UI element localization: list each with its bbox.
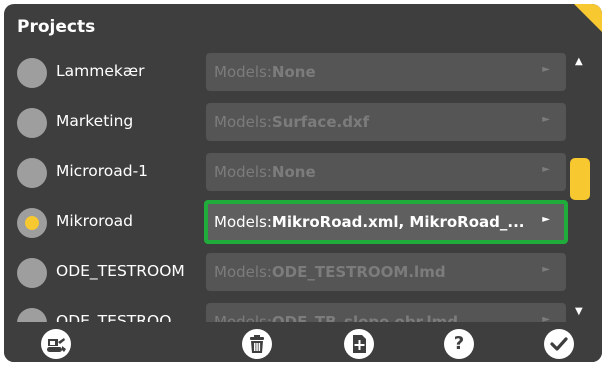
models-value: Surface.dxf [271,113,370,131]
play-arrow-icon: ► [542,164,550,175]
bottom-toolbar: ? [4,322,602,362]
models-label: Models: [214,213,272,231]
models-value: ODE_TESTROOM.lmd [271,263,446,281]
models-button[interactable]: Models:ODE_TESTROOM.lmd ► [206,253,566,291]
models-button[interactable]: Models:None ► [206,53,566,91]
play-arrow-icon: ► [542,64,550,75]
confirm-button[interactable] [544,329,574,359]
radio-button[interactable] [17,108,47,138]
corner-indicator [574,4,602,32]
project-row-marketing[interactable]: Marketing Models:Surface.dxf ► [4,98,574,148]
play-arrow-icon: ► [542,314,550,322]
models-label: Models: [214,263,272,281]
project-row-microroad-1[interactable]: Microroad-1 Models:None ► [4,148,574,198]
project-row-ode-testroom[interactable]: ODE_TESTROOM Models:ODE_TESTROOM.lmd ► [4,248,574,298]
models-value: MikroRoad.xml, MikroRoad_... [271,213,525,231]
project-name: Microroad-1 [56,162,149,180]
radio-button[interactable] [17,158,47,188]
radio-button[interactable] [17,258,47,288]
project-row-mikroroad[interactable]: Mikroroad Models:MikroRoad.xml, MikroRoa… [4,198,574,248]
models-button[interactable]: Models:None ► [206,153,566,191]
models-label: Models: [214,113,272,131]
models-value: None [271,163,316,181]
projects-screen: Projects Lammekær Models:None ► Marketin… [4,4,602,362]
project-name: Lammekær [56,62,145,80]
project-name: ODE_TESTROOM [56,262,185,280]
help-icon: ? [453,333,465,354]
scrollbar-thumb[interactable] [570,158,590,200]
project-name: Marketing [56,112,134,130]
models-label: Models: [214,313,272,322]
models-value: None [271,63,316,81]
project-name: Mikroroad [56,212,134,230]
models-label: Models: [214,163,272,181]
page-title: Projects [17,17,96,37]
machine-icon [47,338,66,352]
checkmark-icon [550,337,568,351]
models-button[interactable]: Models:ODE_TB_slope obr.lmd ► [206,303,566,322]
triangle-up-icon[interactable]: ▲ [575,56,583,67]
project-list: Lammekær Models:None ► Marketing Models:… [4,48,574,322]
triangle-down-icon[interactable]: ▼ [575,306,583,317]
models-value: ODE_TB_slope obr.lmd [271,313,459,322]
play-arrow-icon: ► [542,264,550,275]
radio-dot [25,216,39,230]
models-button[interactable]: Models:Surface.dxf ► [206,103,566,141]
help-button[interactable]: ? [444,329,474,359]
project-row-lammekaer[interactable]: Lammekær Models:None ► [4,48,574,98]
project-row-ode-testroo[interactable]: ODE_TESTROO Models:ODE_TB_slope obr.lmd … [4,298,574,322]
machine-button[interactable] [41,329,71,359]
play-arrow-icon: ► [542,214,550,225]
trash-icon [250,335,264,353]
models-button[interactable]: Models:MikroRoad.xml, MikroRoad_... ► [204,200,568,244]
radio-button[interactable] [17,58,47,88]
radio-button-selected[interactable] [17,208,47,238]
play-arrow-icon: ► [542,114,550,125]
delete-button[interactable] [242,329,272,359]
add-file-icon [353,335,366,353]
new-project-button[interactable] [344,329,374,359]
models-label: Models: [214,63,272,81]
radio-button[interactable] [17,308,47,322]
project-name: ODE_TESTROO [56,312,172,322]
